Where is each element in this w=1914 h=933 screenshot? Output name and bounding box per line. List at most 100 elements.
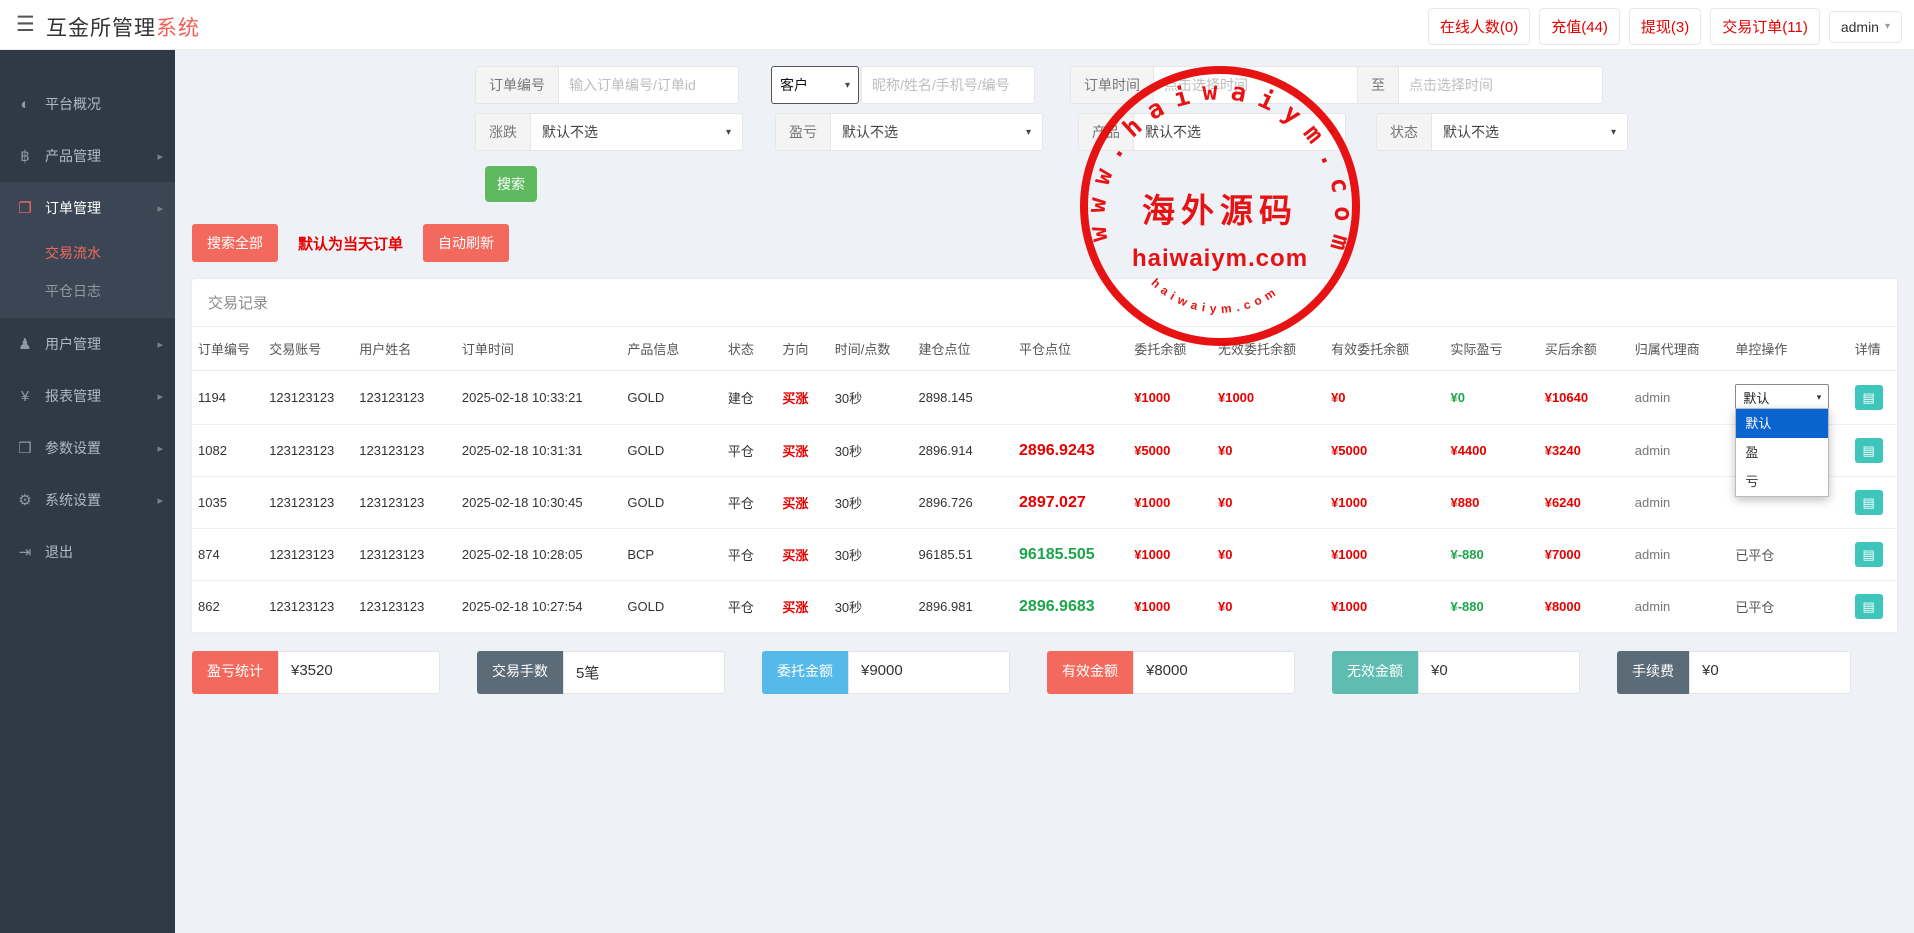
search-filters: 订单编号 客户 ▾ 订单时间 至 涨跌 默认不选 (175, 50, 1914, 202)
detail-button[interactable]: ▤ (1855, 385, 1883, 410)
menu-toggle-icon[interactable]: ☰ (16, 12, 35, 37)
cell-profit: ¥0 (1444, 371, 1538, 425)
cell-detail: ▤ (1849, 477, 1897, 529)
col-close-point: 平仓点位 (1013, 327, 1128, 371)
table-header-row: 订单编号 交易账号 用户姓名 订单时间 产品信息 状态 方向 时间/点数 建仓点… (192, 327, 1897, 371)
sidebar-item-close-log[interactable]: 平仓日志 (0, 272, 175, 310)
admin-user-menu[interactable]: admin ▾ (1829, 11, 1902, 43)
stat-label: 盈亏统计 (192, 651, 278, 694)
chevron-down-icon: ▾ (726, 127, 731, 138)
dropdown-option-lose[interactable]: 亏 (1736, 467, 1828, 496)
cell-account: 123123123 (263, 425, 353, 477)
dropdown-option-win[interactable]: 盈 (1736, 438, 1828, 467)
cell-product: GOLD (621, 581, 722, 633)
table-row: 862 123123123 123123123 2025-02-18 10:27… (192, 581, 1897, 633)
cell-open-point: 2896.981 (912, 581, 1013, 633)
order-no-input[interactable] (559, 66, 739, 104)
time-start-input[interactable] (1154, 66, 1358, 104)
admin-username: admin (1841, 19, 1879, 35)
cell-order-no: 1194 (192, 371, 263, 425)
order-time-label: 订单时间 (1070, 66, 1154, 104)
sidebar-item-product-management[interactable]: ฿ 产品管理 ▸ (0, 130, 175, 182)
cell-state: 平仓 (722, 425, 776, 477)
col-order-no: 订单编号 (192, 327, 263, 371)
col-control: 单控操作 (1729, 327, 1848, 371)
cell-agent: admin (1629, 371, 1730, 425)
cell-invalid: ¥0 (1212, 477, 1325, 529)
status-label: 状态 (1376, 113, 1432, 151)
col-entrust-balance: 委托余额 (1128, 327, 1212, 371)
product-coin-icon: ฿ (14, 147, 36, 165)
cell-after-balance: ¥8000 (1539, 581, 1629, 633)
stat-valid-amount: 有效金额 ¥8000 (1047, 651, 1295, 694)
control-select-value: 默认 (1743, 388, 1769, 407)
profit-select[interactable]: 默认不选 ▾ (831, 113, 1043, 151)
time-to-label: 至 (1358, 66, 1399, 104)
col-period: 时间/点数 (829, 327, 913, 371)
cell-close-point: 96185.505 (1013, 529, 1128, 581)
search-all-button[interactable]: 搜索全部 (192, 224, 278, 262)
stat-value: ¥0 (1689, 651, 1851, 694)
app-title-accent: 系统 (156, 17, 200, 40)
detail-button[interactable]: ▤ (1855, 542, 1883, 567)
online-users-button[interactable]: 在线人数(0) (1428, 8, 1530, 45)
cell-period: 30秒 (829, 529, 913, 581)
cell-direction: 买涨 (776, 425, 828, 477)
chevron-down-icon: ▾ (1817, 392, 1822, 403)
sidebar-item-report-management[interactable]: ¥ 报表管理 ▸ (0, 370, 175, 422)
sidebar-item-label: 退出 (45, 542, 73, 562)
sidebar-item-logout[interactable]: ⇥ 退出 (0, 526, 175, 578)
dashboard-icon: ◐ (14, 96, 36, 113)
stat-fee: 手续费 ¥0 (1617, 651, 1851, 694)
cell-open-point: 2896.726 (912, 477, 1013, 529)
detail-button[interactable]: ▤ (1855, 594, 1883, 619)
customer-type-select[interactable]: 客户 ▾ (771, 66, 859, 104)
sidebar-item-label: 订单管理 (45, 198, 101, 218)
col-username: 用户姓名 (353, 327, 456, 371)
stat-profit-total: 盈亏统计 ¥3520 (192, 651, 440, 694)
time-end-input[interactable] (1399, 66, 1603, 104)
cell-state: 平仓 (722, 529, 776, 581)
detail-button[interactable]: ▤ (1855, 490, 1883, 515)
cell-entrust: ¥1000 (1128, 371, 1212, 425)
cell-period: 30秒 (829, 581, 913, 633)
sidebar-item-trade-flow[interactable]: 交易流水 (0, 234, 175, 272)
sidebar-item-order-management[interactable]: ❐ 订单管理 ▸ (0, 182, 175, 234)
auto-refresh-button[interactable]: 自动刷新 (423, 224, 509, 262)
cell-state: 平仓 (722, 581, 776, 633)
product-select[interactable]: 默认不选 ▾ (1134, 113, 1346, 151)
stat-label: 委托金额 (762, 651, 848, 694)
cell-order-time: 2025-02-18 10:33:21 (456, 371, 621, 425)
control-select[interactable]: 默认 ▾ (1735, 384, 1829, 411)
dropdown-option-default[interactable]: 默认 (1736, 409, 1828, 438)
cell-order-no: 862 (192, 581, 263, 633)
cell-order-time: 2025-02-18 10:27:54 (456, 581, 621, 633)
updown-select[interactable]: 默认不选 ▾ (531, 113, 743, 151)
trade-orders-button[interactable]: 交易订单(11) (1710, 8, 1820, 45)
sidebar-item-platform-overview[interactable]: ◐ 平台概况 (0, 78, 175, 130)
sidebar-item-user-management[interactable]: ♟ 用户管理 ▸ (0, 318, 175, 370)
chevron-right-icon: ▸ (157, 150, 163, 163)
product-value: 默认不选 (1145, 122, 1201, 142)
search-button[interactable]: 搜索 (485, 166, 537, 202)
cell-control: 已平仓 (1729, 529, 1848, 581)
cell-agent: admin (1629, 581, 1730, 633)
cell-invalid: ¥0 (1212, 425, 1325, 477)
cell-state: 建仓 (722, 371, 776, 425)
sidebar-item-system-settings[interactable]: ⚙ 系统设置 ▸ (0, 474, 175, 526)
cell-valid: ¥5000 (1325, 425, 1444, 477)
withdraw-button[interactable]: 提现(3) (1629, 8, 1701, 45)
col-detail: 详情 (1849, 327, 1897, 371)
status-select[interactable]: 默认不选 ▾ (1432, 113, 1628, 151)
recharge-button[interactable]: 充值(44) (1539, 8, 1620, 45)
cell-username: 123123123 (353, 477, 456, 529)
product-filter: 产品 默认不选 ▾ (1078, 113, 1346, 151)
customer-input[interactable] (861, 66, 1035, 104)
detail-button[interactable]: ▤ (1855, 438, 1883, 463)
cell-profit: ¥4400 (1444, 425, 1538, 477)
cell-open-point: 2898.145 (912, 371, 1013, 425)
cell-close-point: 2896.9243 (1013, 425, 1128, 477)
sidebar-item-parameter-settings[interactable]: ❒ 参数设置 ▸ (0, 422, 175, 474)
chevron-right-icon: ▸ (157, 338, 163, 351)
order-no-filter: 订单编号 (475, 66, 739, 104)
